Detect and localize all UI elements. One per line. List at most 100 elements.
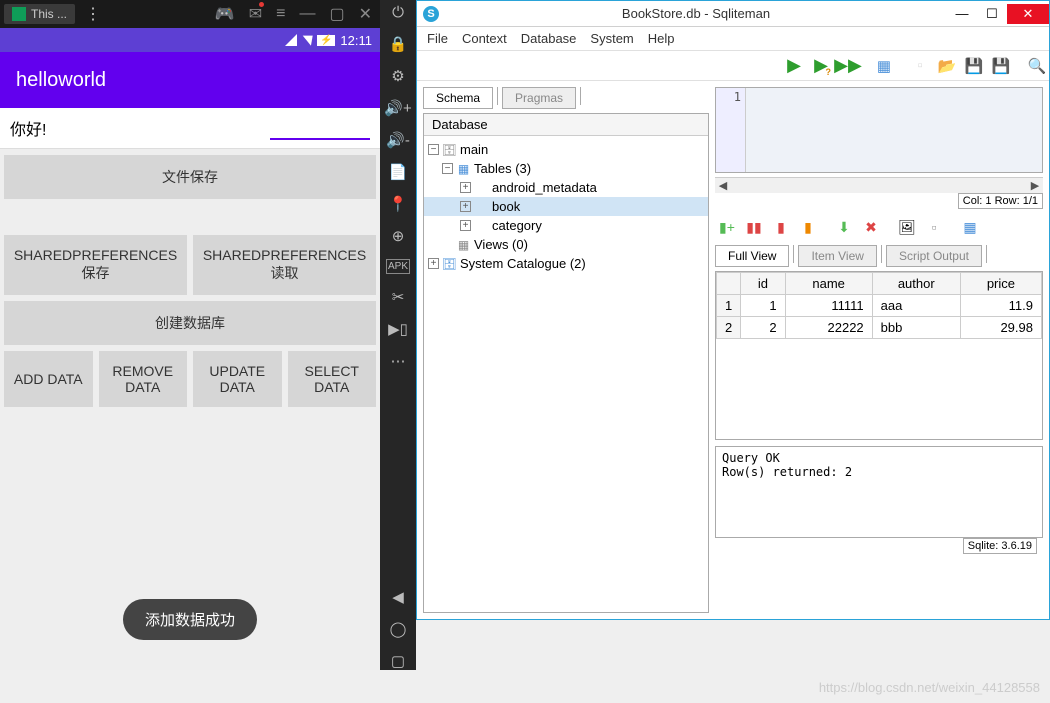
add-data-button[interactable]: ADD DATA bbox=[4, 351, 93, 407]
maximize-icon[interactable]: ▢ bbox=[329, 4, 344, 24]
text-input-row[interactable]: 你好! bbox=[0, 108, 380, 149]
gear-icon[interactable]: ⚙ bbox=[391, 67, 404, 85]
output-log: Query OK Row(s) returned: 2 bbox=[715, 446, 1043, 538]
table-row[interactable]: 2 2 22222 bbb 29.98 bbox=[717, 317, 1042, 339]
play-icon[interactable]: ▶▯ bbox=[388, 320, 408, 338]
save-icon[interactable]: 💾 bbox=[962, 54, 986, 78]
table-row[interactable]: 1 1 11111 aaa 11.9 bbox=[717, 295, 1042, 317]
tree-node-android-metadata[interactable]: +android_metadata bbox=[424, 178, 708, 197]
tree-node-syscat[interactable]: +🗄System Catalogue (2) bbox=[424, 254, 708, 273]
edit-text[interactable] bbox=[270, 116, 370, 140]
minimize-icon[interactable]: — bbox=[299, 5, 315, 23]
menu-context[interactable]: Context bbox=[462, 31, 507, 46]
tab-schema[interactable]: Schema bbox=[423, 87, 493, 109]
emulator-side-rail: ⏻ 🔒 ⚙ 🔊+ 🔊- 📄 📍 ⊕ APK ✂ ▶▯ ⋯ ◀ ◯ ▢ bbox=[380, 0, 416, 670]
menu-icon[interactable]: ≡ bbox=[276, 5, 285, 23]
open-folder-icon[interactable]: 📂 bbox=[935, 54, 959, 78]
tree-node-main[interactable]: −🗄main bbox=[424, 140, 708, 159]
row-add-icon[interactable]: ▮+ bbox=[715, 215, 739, 239]
new-file-icon[interactable]: ▫ bbox=[908, 54, 932, 78]
sql-text[interactable] bbox=[746, 88, 1042, 172]
line-gutter: 1 bbox=[716, 88, 746, 172]
export-icon[interactable]: ▫ bbox=[922, 215, 946, 239]
remove-data-button[interactable]: REMOVE DATA bbox=[99, 351, 188, 407]
close-icon[interactable]: ✕ bbox=[359, 4, 372, 24]
ide-tab[interactable]: This ... bbox=[4, 4, 75, 24]
home-icon[interactable]: ◯ bbox=[390, 620, 407, 638]
back-icon[interactable]: ◀ bbox=[392, 588, 404, 606]
create-db-button[interactable]: 创建数据库 bbox=[4, 301, 376, 345]
sql-editor[interactable]: 1 bbox=[715, 87, 1043, 173]
watermark: https://blog.csdn.net/weixin_44128558 bbox=[819, 680, 1040, 695]
volume-up-icon[interactable]: 🔊+ bbox=[384, 99, 411, 117]
input-text: 你好! bbox=[10, 116, 270, 140]
row-delete-icon[interactable]: ▮ bbox=[769, 215, 793, 239]
sp-save-button[interactable]: SHAREDPREFERENCES保存 bbox=[4, 235, 187, 295]
run-icon[interactable]: ▶ bbox=[782, 54, 806, 78]
table-view-icon[interactable]: ▦ bbox=[872, 54, 896, 78]
menu-database[interactable]: Database bbox=[521, 31, 577, 46]
wifi-icon bbox=[285, 34, 297, 46]
run-all-icon[interactable]: ▶▶ bbox=[836, 54, 860, 78]
right-pane: 1 ◀ ▶ Col: 1 Row: 1/1 ▮+ ▮▮ ▮ ▮ ⬇ ✖ 🖼 ▫ bbox=[715, 81, 1049, 619]
tab-pragmas[interactable]: Pragmas bbox=[502, 87, 576, 109]
tab-label: This ... bbox=[31, 7, 67, 21]
file-save-button[interactable]: 文件保存 bbox=[4, 155, 376, 199]
gamepad-icon[interactable]: 🎮 bbox=[215, 4, 235, 24]
win-maximize-icon[interactable]: ☐ bbox=[977, 4, 1007, 24]
col-price[interactable]: price bbox=[960, 273, 1041, 295]
snapshot-icon[interactable]: ▦ bbox=[958, 215, 982, 239]
battery-icon: ⚡ bbox=[317, 35, 335, 46]
col-author[interactable]: author bbox=[872, 273, 960, 295]
menu-system[interactable]: System bbox=[590, 31, 633, 46]
tree-node-category[interactable]: +category bbox=[424, 216, 708, 235]
schema-pane: Schema Pragmas Database −🗄main −▦Tables … bbox=[417, 81, 715, 619]
win-minimize-icon[interactable]: — bbox=[947, 4, 977, 24]
app-title: helloworld bbox=[16, 69, 106, 92]
main-toolbar: ▶ ▶ ▶▶ ▦ ▫ 📂 💾 💾 🔍 bbox=[417, 51, 1049, 81]
tab-script-output[interactable]: Script Output bbox=[886, 245, 982, 267]
volume-down-icon[interactable]: 🔊- bbox=[386, 131, 410, 149]
win-close-icon[interactable]: ✕ bbox=[1007, 4, 1049, 24]
blob-preview-icon[interactable]: 🖼 bbox=[895, 215, 919, 239]
h-scrollbar[interactable]: ◀ ▶ bbox=[715, 177, 1043, 193]
sp-read-button[interactable]: SHAREDPREFERENCES读取 bbox=[193, 235, 376, 295]
row-copy-icon[interactable]: ▮▮ bbox=[742, 215, 766, 239]
add-icon[interactable]: ⊕ bbox=[392, 227, 405, 245]
select-data-button[interactable]: SELECT DATA bbox=[288, 351, 377, 407]
window-titlebar[interactable]: S BookStore.db - Sqliteman — ☐ ✕ bbox=[417, 1, 1049, 27]
tab-full-view[interactable]: Full View bbox=[715, 245, 789, 267]
tab-more-icon[interactable]: ⋮ bbox=[85, 4, 101, 24]
more-icon[interactable]: ⋯ bbox=[391, 352, 406, 370]
recents-icon[interactable]: ▢ bbox=[391, 652, 405, 670]
file-icon[interactable]: 📄 bbox=[389, 163, 408, 181]
lock-icon[interactable]: 🔒 bbox=[389, 35, 408, 53]
menu-help[interactable]: Help bbox=[648, 31, 675, 46]
tab-item-view[interactable]: Item View bbox=[798, 245, 876, 267]
sqlite-version: Sqlite: 3.6.19 bbox=[963, 538, 1037, 554]
power-icon[interactable]: ⏻ bbox=[392, 4, 404, 21]
search-icon[interactable]: 🔍 bbox=[1025, 54, 1049, 78]
col-name[interactable]: name bbox=[785, 273, 872, 295]
update-data-button[interactable]: UPDATE DATA bbox=[193, 351, 282, 407]
rollback-icon[interactable]: ✖ bbox=[859, 215, 883, 239]
commit-icon[interactable]: ⬇ bbox=[832, 215, 856, 239]
apk-icon[interactable]: APK bbox=[386, 259, 410, 274]
gps-icon[interactable]: 📍 bbox=[389, 195, 408, 213]
mail-icon[interactable]: ✉ bbox=[249, 4, 262, 24]
run-explain-icon[interactable]: ▶ bbox=[809, 54, 833, 78]
scroll-right-icon[interactable]: ▶ bbox=[1027, 179, 1043, 192]
app-body: 你好! 文件保存 SHAREDPREFERENCES保存 SHAREDPREFE… bbox=[0, 108, 380, 670]
row-edit-icon[interactable]: ▮ bbox=[796, 215, 820, 239]
scissors-icon[interactable]: ✂ bbox=[392, 288, 405, 306]
data-toolbar: ▮+ ▮▮ ▮ ▮ ⬇ ✖ 🖼 ▫ ▦ bbox=[715, 213, 1043, 241]
save-as-icon[interactable]: 💾 bbox=[989, 54, 1013, 78]
menu-file[interactable]: File bbox=[427, 31, 448, 46]
tree-node-tables[interactable]: −▦Tables (3) bbox=[424, 159, 708, 178]
col-id[interactable]: id bbox=[741, 273, 785, 295]
result-grid[interactable]: id name author price 1 1 11111 aaa 11.9 … bbox=[715, 271, 1043, 440]
tree-node-views[interactable]: ▦Views (0) bbox=[424, 235, 708, 254]
tree-node-book[interactable]: +book bbox=[424, 197, 708, 216]
menu-bar: File Context Database System Help bbox=[417, 27, 1049, 51]
scroll-left-icon[interactable]: ◀ bbox=[715, 179, 731, 192]
